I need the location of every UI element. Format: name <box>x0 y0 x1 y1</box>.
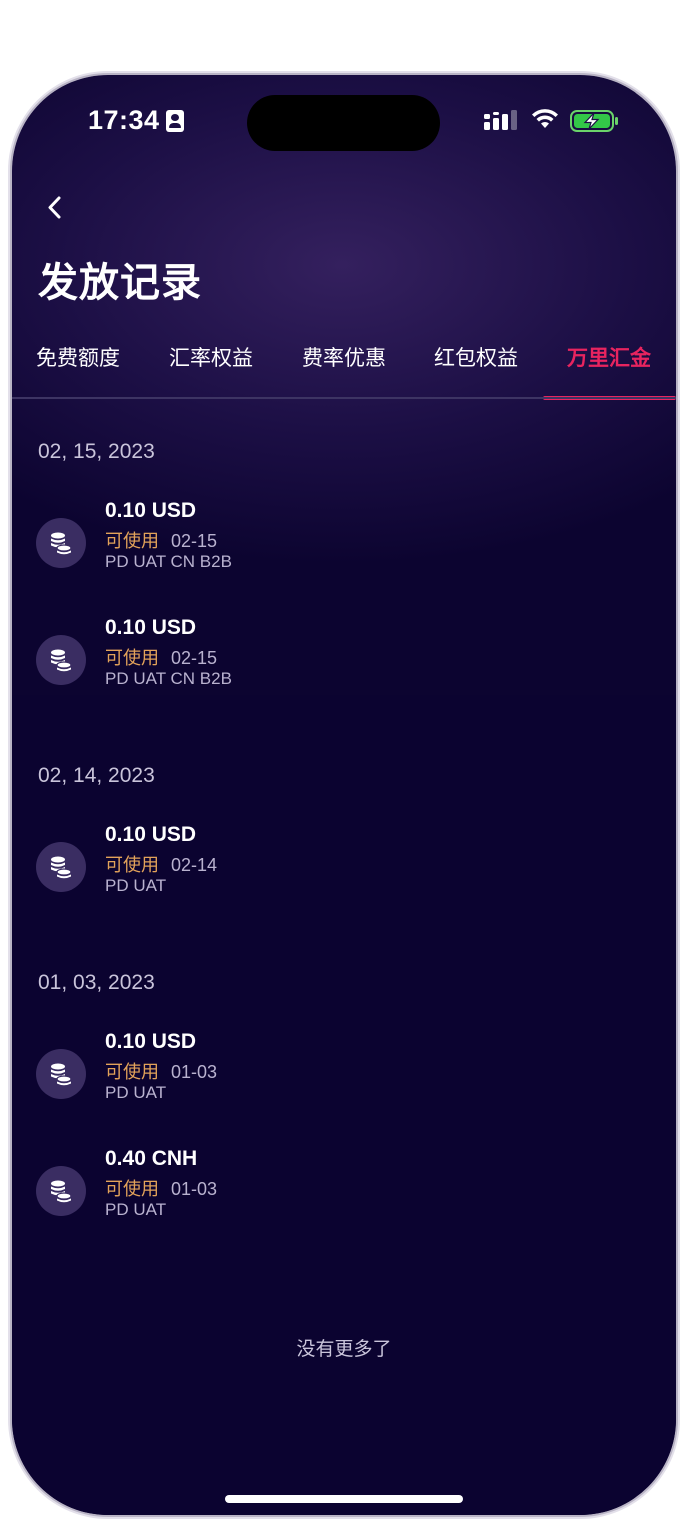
record-item[interactable]: 0.10 USD 可使用 01-03 PD UAT <box>36 1030 636 1114</box>
tab-fee-discount[interactable]: 费率优惠 <box>302 342 386 372</box>
page-title: 发放记录 <box>38 260 202 306</box>
date-header: 01, 03, 2023 <box>38 971 155 994</box>
dynamic-island <box>247 95 440 151</box>
tabs-divider <box>12 397 676 399</box>
record-status: 可使用 <box>105 531 159 552</box>
signal-icon <box>484 110 517 130</box>
record-date: 02-15 <box>171 648 218 668</box>
record-item[interactable]: 0.10 USD 可使用 02-15 PD UAT CN B2B <box>36 616 636 700</box>
status-bar: 17:34 <box>12 75 676 170</box>
coin-stack-icon <box>36 1049 86 1099</box>
phone-screen: 17:34 发放记录 免费额度 汇率权益 费率优惠 红包权益 万里汇金 02, … <box>12 75 676 1515</box>
coin-stack-icon <box>36 1166 86 1216</box>
contact-card-icon <box>166 110 184 132</box>
record-amount: 0.10 USD <box>105 616 197 639</box>
record-status-line: 可使用 02-14 <box>105 851 217 877</box>
record-amount: 0.10 USD <box>105 1030 197 1053</box>
date-header: 02, 14, 2023 <box>38 764 155 787</box>
record-status-line: 可使用 01-03 <box>105 1058 217 1084</box>
record-amount: 0.10 USD <box>105 823 197 846</box>
record-date: 01-03 <box>171 1062 218 1082</box>
record-date: 02-14 <box>171 855 218 875</box>
tab-free-quota[interactable]: 免费额度 <box>36 342 120 372</box>
record-date: 01-03 <box>171 1179 218 1199</box>
tab-worldfirst-gold[interactable]: 万里汇金 <box>567 342 651 372</box>
record-status-line: 可使用 01-03 <box>105 1175 217 1201</box>
back-button[interactable] <box>34 187 78 231</box>
record-source: PD UAT <box>105 1083 167 1102</box>
record-amount: 0.40 CNH <box>105 1147 198 1170</box>
coin-stack-icon <box>36 635 86 685</box>
tab-bar: 免费额度 汇率权益 费率优惠 红包权益 万里汇金 <box>12 330 676 400</box>
tab-exchange-rate-benefits[interactable]: 汇率权益 <box>169 342 253 372</box>
record-status: 可使用 <box>105 1179 159 1200</box>
record-status: 可使用 <box>105 648 159 669</box>
record-status: 可使用 <box>105 855 159 876</box>
chevron-left-icon <box>48 196 61 219</box>
wifi-icon <box>532 109 558 128</box>
record-date: 02-15 <box>171 531 218 551</box>
record-source: PD UAT CN B2B <box>105 552 232 571</box>
record-item[interactable]: 0.10 USD 可使用 02-15 PD UAT CN B2B <box>36 499 636 583</box>
record-status: 可使用 <box>105 1062 159 1083</box>
battery-charging-icon <box>570 110 618 132</box>
record-amount: 0.10 USD <box>105 499 197 522</box>
record-source: PD UAT CN B2B <box>105 669 232 688</box>
record-item[interactable]: 0.40 CNH 可使用 01-03 PD UAT <box>36 1147 636 1231</box>
home-indicator[interactable] <box>225 1495 463 1503</box>
record-status-line: 可使用 02-15 <box>105 527 217 553</box>
record-status-line: 可使用 02-15 <box>105 644 217 670</box>
record-source: PD UAT <box>105 1200 167 1219</box>
status-time: 17:34 <box>88 105 160 135</box>
date-header: 02, 15, 2023 <box>38 440 155 463</box>
no-more-text: 没有更多了 <box>296 1338 392 1360</box>
record-item[interactable]: 0.10 USD 可使用 02-14 PD UAT <box>36 823 636 907</box>
record-source: PD UAT <box>105 876 167 895</box>
coin-stack-icon <box>36 842 86 892</box>
tab-red-packet-benefits[interactable]: 红包权益 <box>434 342 518 372</box>
coin-stack-icon <box>36 518 86 568</box>
